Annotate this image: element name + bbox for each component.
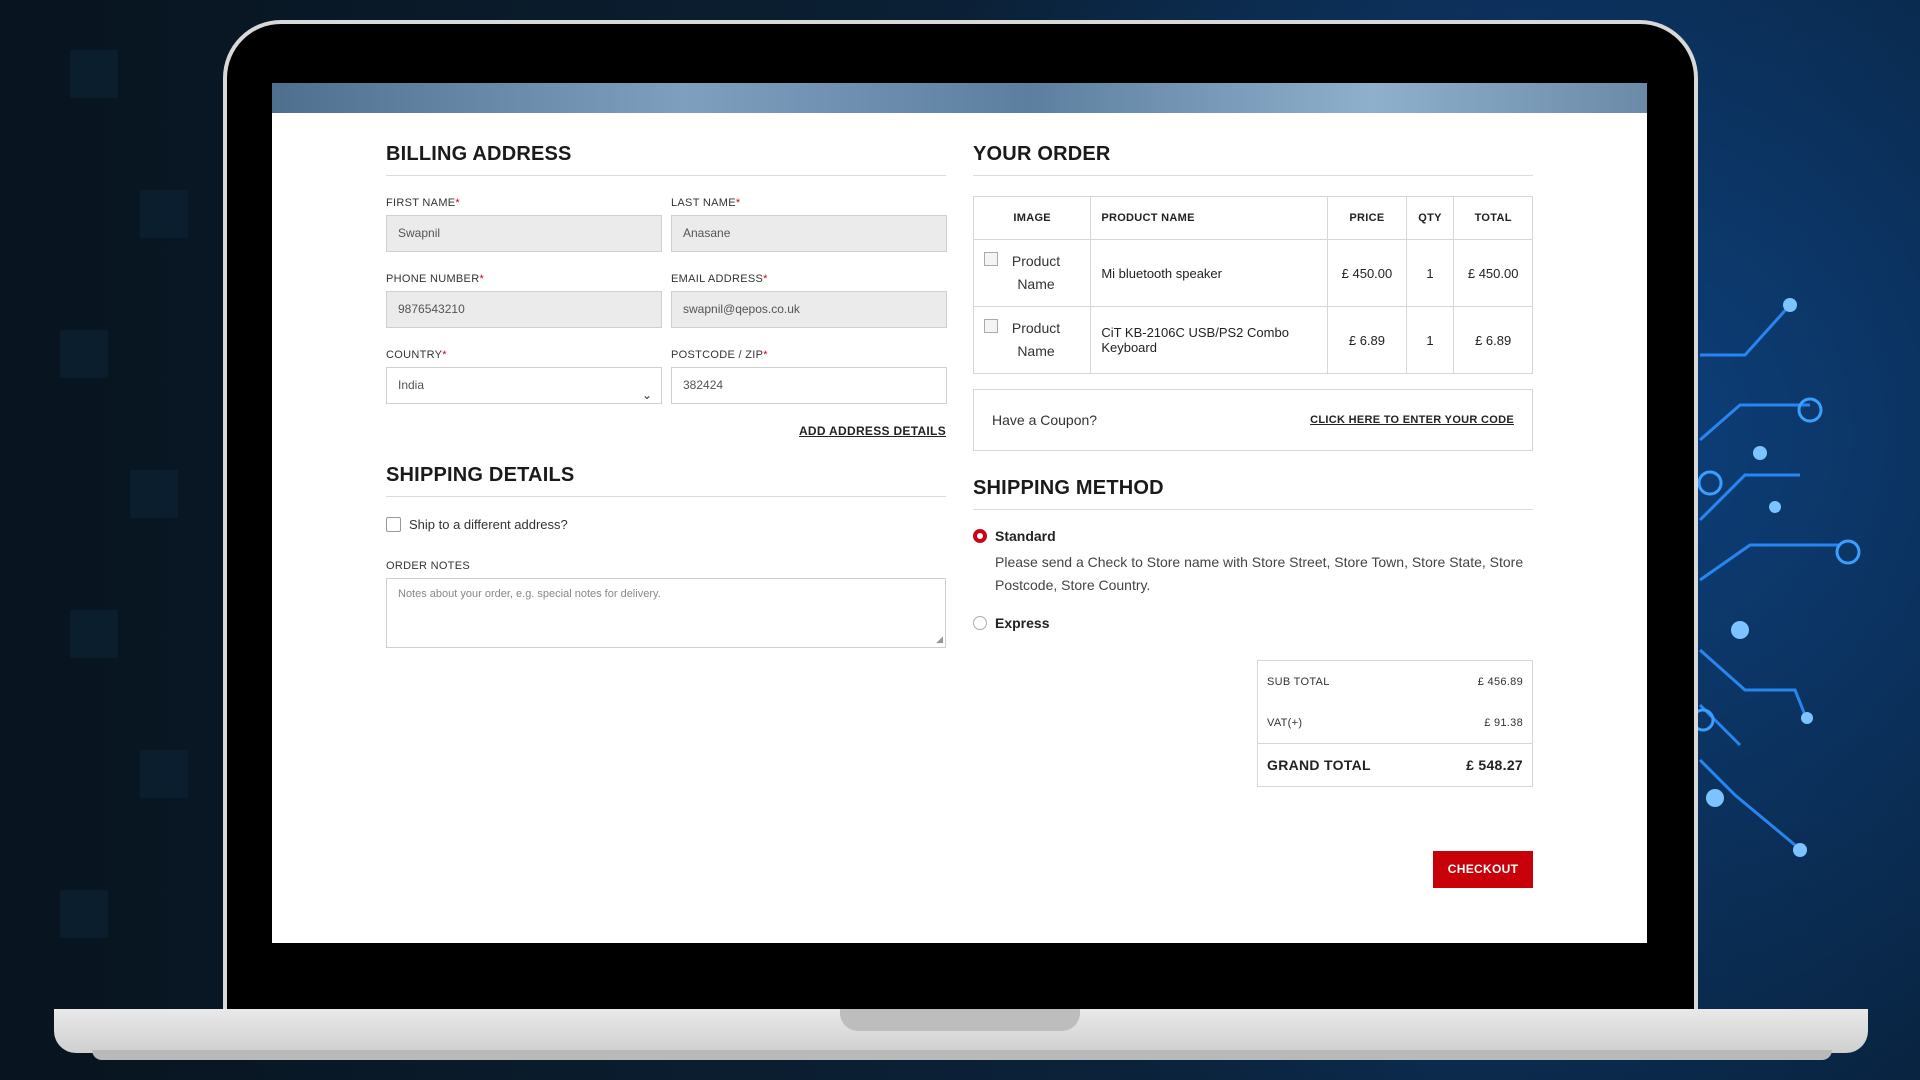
- email-field[interactable]: swapnil@qepos.co.uk: [671, 291, 947, 328]
- broken-image-icon: [984, 252, 998, 266]
- express-radio[interactable]: [973, 616, 987, 630]
- first-name-label: FIRST NAME*: [386, 197, 461, 209]
- phone-group: PHONE NUMBER* 9876543210: [386, 273, 662, 328]
- product-image-cell: Product Name: [972, 306, 1092, 374]
- product-image-alt: Product Name: [1011, 320, 1061, 359]
- shipping-method-section: SHIPPING METHOD Standard Please send a C…: [973, 477, 1533, 631]
- broken-image-icon: [984, 319, 998, 333]
- last-name-field[interactable]: Anasane: [671, 215, 947, 252]
- product-total: £ 6.89: [1453, 306, 1533, 374]
- phone-label: PHONE NUMBER*: [386, 273, 485, 285]
- standard-label: Standard: [995, 528, 1056, 544]
- country-group: COUNTRY* India ⌄: [386, 349, 662, 404]
- grand-total-label: GRAND TOTAL: [1267, 757, 1371, 773]
- country-value: India: [398, 378, 425, 392]
- header-qty: QTY: [1405, 196, 1455, 240]
- last-name-label: LAST NAME*: [671, 197, 741, 209]
- order-table: IMAGE PRODUCT NAME PRICE QTY TOTAL Produ…: [972, 196, 1533, 374]
- coupon-box: Have a Coupon? CLICK HERE TO ENTER YOUR …: [973, 389, 1533, 451]
- billing-title: BILLING ADDRESS: [386, 143, 946, 176]
- postcode-label: POSTCODE / ZIP*: [671, 349, 768, 361]
- checkout-button[interactable]: CHECKOUT: [1433, 851, 1533, 888]
- first-name-field[interactable]: Swapnil: [386, 215, 662, 252]
- billing-column: BILLING ADDRESS FIRST NAME* Swapnil LAST…: [386, 143, 947, 648]
- order-notes-placeholder: Notes about your order, e.g. special not…: [398, 588, 661, 600]
- email-group: EMAIL ADDRESS* swapnil@qepos.co.uk: [671, 273, 947, 328]
- location-row: COUNTRY* India ⌄ POSTCODE / ZIP* 382424: [386, 349, 947, 404]
- postcode-group: POSTCODE / ZIP* 382424: [671, 349, 947, 404]
- laptop-base-foot: [92, 1050, 1832, 1060]
- shipping-method-title: SHIPPING METHOD: [973, 477, 1533, 510]
- header-total: TOTAL: [1453, 196, 1533, 240]
- enter-coupon-link[interactable]: CLICK HERE TO ENTER YOUR CODE: [1310, 414, 1514, 426]
- order-notes-textarea[interactable]: Notes about your order, e.g. special not…: [386, 578, 946, 648]
- shipping-details-title: SHIPPING DETAILS: [386, 464, 946, 497]
- product-qty: 1: [1405, 306, 1455, 374]
- product-image-cell: Product Name: [972, 239, 1092, 307]
- name-row: FIRST NAME* Swapnil LAST NAME* Anasane: [386, 197, 947, 252]
- your-order-title: YOUR ORDER: [973, 143, 1533, 176]
- product-name: Mi bluetooth speaker: [1090, 239, 1329, 307]
- hero-banner: [272, 83, 1647, 113]
- ship-different-address-label: Ship to a different address?: [409, 517, 568, 532]
- contact-row: PHONE NUMBER* 9876543210 EMAIL ADDRESS* …: [386, 273, 947, 328]
- vat-label: VAT(+): [1267, 716, 1303, 729]
- shipping-option-standard[interactable]: Standard: [973, 528, 1533, 544]
- table-row: Product Name CiT KB-2106C USB/PS2 Combo …: [972, 306, 1533, 374]
- chevron-down-icon: ⌄: [641, 388, 652, 402]
- header-price: PRICE: [1327, 196, 1407, 240]
- product-image-alt: Product Name: [1011, 253, 1061, 292]
- postcode-field[interactable]: 382424: [671, 367, 947, 404]
- add-address-details-link[interactable]: ADD ADDRESS DETAILS: [386, 424, 946, 438]
- order-notes-label: ORDER NOTES: [386, 560, 470, 572]
- header-product-name: PRODUCT NAME: [1090, 196, 1329, 240]
- subtotal-label: SUB TOTAL: [1267, 675, 1330, 688]
- shipping-details-section: SHIPPING DETAILS Ship to a different add…: [386, 464, 946, 648]
- subtotal-value: £ 456.89: [1477, 675, 1523, 688]
- table-row: Product Name Mi bluetooth speaker £ 450.…: [972, 239, 1533, 307]
- product-qty: 1: [1405, 239, 1455, 307]
- order-column: YOUR ORDER IMAGE PRODUCT NAME PRICE QTY …: [972, 143, 1533, 888]
- product-price: £ 6.89: [1327, 306, 1407, 374]
- laptop-notch: [840, 1009, 1080, 1031]
- resize-handle-icon[interactable]: ◢: [936, 634, 943, 645]
- product-name: CiT KB-2106C USB/PS2 Combo Keyboard: [1090, 306, 1329, 374]
- order-table-header: IMAGE PRODUCT NAME PRICE QTY TOTAL: [972, 196, 1533, 240]
- last-name-group: LAST NAME* Anasane: [671, 197, 947, 252]
- email-label: EMAIL ADDRESS*: [671, 273, 768, 285]
- first-name-group: FIRST NAME* Swapnil: [386, 197, 662, 252]
- header-image: IMAGE: [972, 196, 1092, 240]
- country-select[interactable]: India ⌄: [386, 367, 662, 404]
- phone-field[interactable]: 9876543210: [386, 291, 662, 328]
- grand-total-value: £ 548.27: [1466, 757, 1523, 773]
- ship-different-address-row[interactable]: Ship to a different address?: [386, 517, 946, 532]
- product-price: £ 450.00: [1327, 239, 1407, 307]
- coupon-question: Have a Coupon?: [992, 412, 1098, 428]
- vat-row: VAT(+) £ 91.38: [1258, 702, 1532, 743]
- country-label: COUNTRY*: [386, 349, 447, 361]
- ship-different-address-checkbox[interactable]: [386, 517, 401, 532]
- express-label: Express: [995, 615, 1050, 631]
- subtotal-row: SUB TOTAL £ 456.89: [1258, 661, 1532, 702]
- checkout-page: BILLING ADDRESS FIRST NAME* Swapnil LAST…: [272, 83, 1647, 943]
- standard-description: Please send a Check to Store name with S…: [995, 554, 1524, 593]
- grand-total-row: GRAND TOTAL £ 548.27: [1258, 743, 1532, 786]
- product-total: £ 450.00: [1453, 239, 1533, 307]
- vat-value: £ 91.38: [1484, 716, 1523, 729]
- totals-box: SUB TOTAL £ 456.89 VAT(+) £ 91.38 GRAND …: [1257, 660, 1533, 787]
- standard-radio[interactable]: [973, 529, 987, 543]
- shipping-option-express[interactable]: Express: [973, 615, 1533, 631]
